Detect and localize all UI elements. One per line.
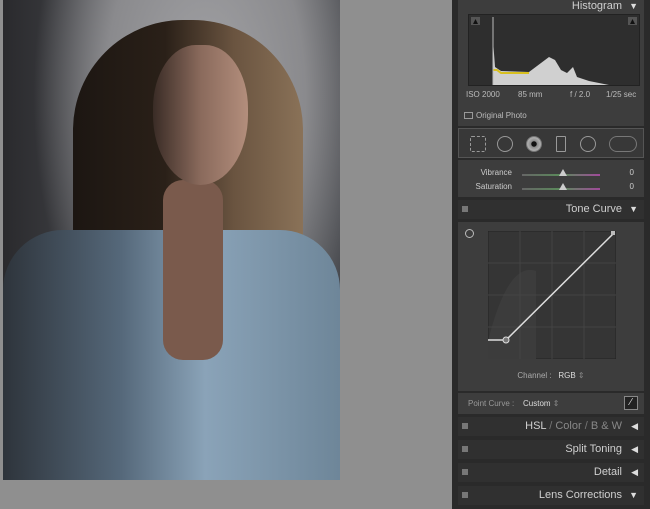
lens-corrections-header[interactable]: Lens Corrections ▼ [458,486,644,505]
collapse-triangle-icon: ▼ [629,204,638,214]
curve-point [611,231,615,235]
tone-curve-header[interactable]: Tone Curve ▼ [458,200,644,219]
curve-point [502,336,510,344]
histogram-header[interactable]: Histogram ▼ [458,0,644,13]
graduated-filter-icon[interactable] [556,136,566,152]
separator: / [584,420,588,432]
shutter-speed-value: 1/25 sec [606,90,637,99]
vibrance-slider[interactable]: Vibrance 0 [458,168,644,180]
channel-selector[interactable]: Channel : RGB ⇕ [458,371,644,380]
slider-thumb[interactable] [559,169,567,176]
split-toning-title: Split Toning [565,443,622,455]
separator: / [549,420,553,432]
original-photo-label: Original Photo [476,111,527,120]
slider-thumb[interactable] [559,183,567,190]
photo-preview [3,0,340,480]
vibrance-value[interactable]: 0 [630,168,634,177]
panel-switch-icon[interactable] [462,469,468,475]
panel-switch-icon[interactable] [462,423,468,429]
lens-corrections-title: Lens Corrections [538,489,622,501]
saturation-label: Saturation [475,182,512,191]
panel-switch-icon[interactable] [462,206,468,212]
basic-panel-partial: Vibrance 0 Saturation 0 [458,160,644,197]
target-adjustment-icon[interactable] [465,229,474,238]
channel-value[interactable]: RGB [558,371,575,380]
tab-hsl[interactable]: HSL [525,420,546,432]
iso-value: ISO 2000 [466,90,500,99]
adjustment-brush-icon[interactable] [609,136,637,152]
point-curve-value: Custom [523,399,551,408]
point-curve-row: Point Curve : Custom ⇕ ⁄ [458,392,644,414]
crop-tool-icon[interactable] [470,136,486,152]
original-photo-toggle[interactable]: Original Photo [464,111,527,120]
saturation-value[interactable]: 0 [630,182,634,191]
develop-right-panel: ISO 2000 85 mm f / 2.0 1/25 sec Original… [452,0,650,509]
channel-label: Channel : [517,371,552,380]
histogram-title: Histogram [571,0,622,12]
panel-switch-icon[interactable] [462,446,468,452]
vibrance-label: Vibrance [480,168,512,177]
saturation-slider[interactable]: Saturation 0 [458,182,644,194]
point-curve-select[interactable]: Custom ⇕ [523,399,560,408]
expand-triangle-icon: ◀ [631,421,638,431]
histogram-panel: ISO 2000 85 mm f / 2.0 1/25 sec Original… [458,0,644,126]
tone-curve-title: Tone Curve [565,203,622,215]
detail-title: Detail [593,466,622,478]
split-toning-header[interactable]: Split Toning ◀ [458,440,644,459]
expand-triangle-icon: ◀ [631,467,638,477]
spot-removal-tool-icon[interactable] [497,136,513,152]
edit-point-curve-icon[interactable]: ⁄ [624,396,638,410]
expand-triangle-icon: ◀ [631,444,638,454]
point-curve-label: Point Curve : [468,399,515,408]
radial-filter-icon[interactable] [580,136,596,152]
panel-switch-icon[interactable] [462,492,468,498]
tone-curve-panel: Channel : RGB ⇕ [458,222,644,391]
histogram-graph [468,14,640,86]
tab-color[interactable]: Color [555,420,581,432]
red-eye-tool-icon[interactable] [526,136,542,152]
stepper-icon: ⇕ [577,371,585,380]
collapse-triangle-icon: ▼ [629,1,638,11]
detail-header[interactable]: Detail ◀ [458,463,644,482]
checkbox-icon [464,112,473,119]
hsl-header[interactable]: HSL / Color / B & W ◀ [458,417,644,436]
aperture-value: f / 2.0 [570,90,591,99]
tab-bw[interactable]: B & W [591,420,622,432]
collapse-triangle-icon: ▼ [629,490,638,500]
focal-length-value: 85 mm [518,90,543,99]
tone-curve-graph[interactable] [488,231,616,359]
